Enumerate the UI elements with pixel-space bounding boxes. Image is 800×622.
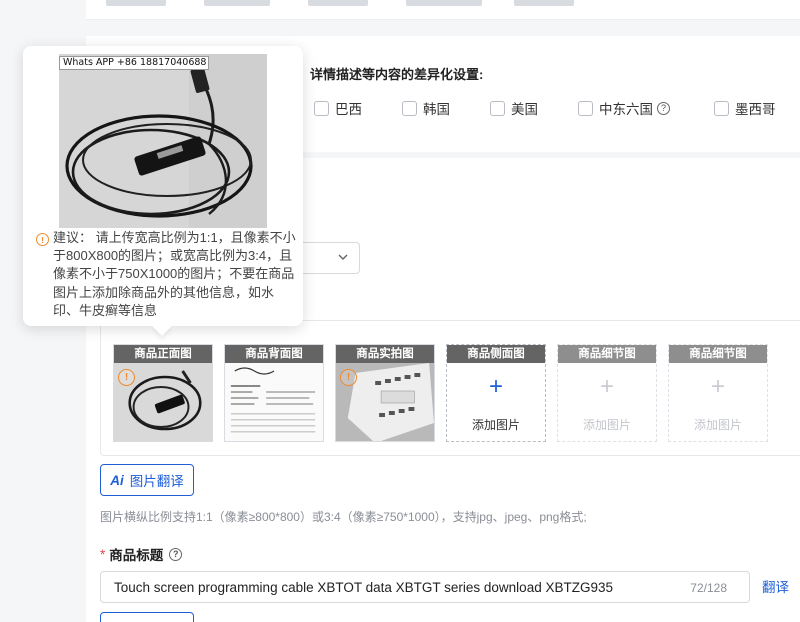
image-advice-tooltip: Whats APP +86 18817040688 ! 建议： 请上传宽高比例为… (23, 46, 303, 326)
slot-label: 商品实拍图 (336, 345, 434, 363)
product-title-label-text: 商品标题 (109, 548, 164, 563)
image-slot-real-shot[interactable]: 商品实拍图 ! (335, 344, 435, 442)
checkbox-brazil[interactable]: 巴西 (314, 98, 362, 118)
country-settings-title: 详情描述等内容的差异化设置: (310, 67, 484, 82)
slot-label: 商品背面图 (225, 345, 323, 363)
image-slot-back[interactable]: 商品背面图 (224, 344, 324, 442)
checkbox-label: 中东六国 (599, 102, 653, 117)
checkbox-box[interactable] (578, 100, 593, 116)
question-circle-icon[interactable]: ? (657, 101, 670, 115)
plus-icon: + (710, 373, 725, 400)
checkbox-box[interactable] (402, 100, 417, 116)
slot-label: 商品细节图 (558, 345, 656, 363)
checkbox-korea[interactable]: 韩国 (402, 98, 450, 118)
add-image-label: 添加图片 (471, 418, 520, 432)
checkbox-mexico[interactable]: 墨西哥 (714, 98, 776, 118)
tab-stub[interactable] (204, 0, 270, 6)
watermark-text: Whats APP +86 18817040688 (59, 56, 209, 70)
required-mark: * (100, 546, 106, 562)
plus-icon: + (488, 373, 503, 400)
image-translate-button[interactable]: Ai 图片翻译 (100, 464, 194, 496)
back-image-thumbnail (225, 363, 323, 441)
checkbox-label: 墨西哥 (735, 102, 776, 117)
checkbox-middle-east[interactable]: 中东六国 ? (578, 98, 670, 118)
tooltip-preview-image: Whats APP +86 18817040688 (59, 54, 267, 228)
image-translate-label: 图片翻译 (129, 474, 184, 489)
plus-icon: + (599, 373, 614, 400)
ai-icon: Ai (110, 472, 124, 488)
tab-stub[interactable] (308, 0, 368, 6)
tabs-bar (86, 0, 800, 20)
product-title-input[interactable]: Touch screen programming cable XBTOT dat… (100, 571, 750, 603)
warning-icon[interactable]: ! (340, 369, 357, 386)
slot-label: 商品细节图 (669, 345, 767, 363)
checkbox-label: 巴西 (335, 102, 362, 117)
checkbox-box[interactable] (490, 100, 505, 116)
tab-stub[interactable] (106, 0, 166, 6)
add-image-label: 添加图片 (693, 418, 742, 432)
question-circle-icon[interactable]: ? (169, 547, 183, 561)
slot-label: 商品正面图 (114, 345, 212, 363)
tab-stub[interactable] (514, 0, 574, 6)
checkbox-box[interactable] (714, 100, 729, 116)
cable-photo (59, 54, 267, 228)
info-icon: ! (36, 233, 49, 246)
image-slot-detail: 商品细节图 + 添加图片 (557, 344, 657, 442)
tab-stub[interactable] (406, 0, 482, 6)
checkbox-label: 美国 (511, 102, 538, 117)
translate-link[interactable]: 翻译 (762, 576, 789, 596)
image-format-hint: 图片横纵比例支持1:1（像素≥800*800）或3:4（像素≥750*1000）… (100, 510, 587, 524)
character-count: 72/128 (690, 581, 727, 595)
add-image-label: 添加图片 (582, 418, 631, 432)
checkbox-label: 韩国 (423, 102, 450, 117)
image-slot-front[interactable]: 商品正面图 ! (113, 344, 213, 442)
image-slot-detail: 商品细节图 + 添加图片 (668, 344, 768, 442)
slot-label: 商品侧面图 (447, 345, 545, 363)
chevron-down-icon (337, 251, 349, 266)
product-title-value: Touch screen programming cable XBTOT dat… (114, 580, 613, 595)
button-stub[interactable] (100, 612, 194, 622)
checkbox-usa[interactable]: 美国 (490, 98, 538, 118)
warning-icon[interactable]: ! (118, 369, 135, 386)
product-title-label: * 商品标题 ? (100, 544, 183, 564)
image-slot-side[interactable]: 商品侧面图 + 添加图片 (446, 344, 546, 442)
checkbox-box[interactable] (314, 100, 329, 116)
tooltip-advice-text: 建议： 请上传宽高比例为1:1，且像素不小于800X800的图片；或宽高比例为3… (53, 230, 296, 318)
